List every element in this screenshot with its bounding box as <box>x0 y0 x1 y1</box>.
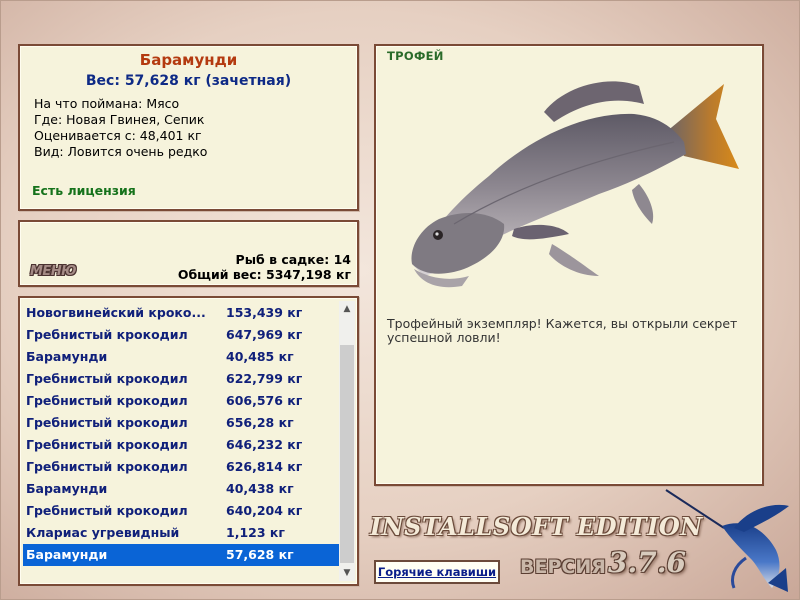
catch-item-weight: 656,28 кг <box>226 415 294 430</box>
catch-item-weight: 57,628 кг <box>226 547 294 562</box>
scroll-up-icon[interactable]: ▲ <box>339 301 355 317</box>
catch-item-weight: 1,123 кг <box>226 525 285 540</box>
catch-list-panel: Новогвинейский кроко... 153,439 кг Гребнис… <box>18 296 359 586</box>
catch-item-weight: 40,438 кг <box>226 481 294 496</box>
trophy-description: Трофейный экземпляр! Кажется, вы открыли… <box>387 316 738 345</box>
catch-item-name: Барамунди <box>26 349 108 364</box>
fish-weight: Вес: 57,628 кг (зачетная) <box>85 73 292 89</box>
trophy-label: ТРОФЕЙ <box>387 49 444 63</box>
version-number: 3.7.6 <box>608 546 686 579</box>
fish-count: Рыб в садке: 14 <box>235 252 351 267</box>
catch-item-name: Новогвинейский кроко... <box>26 305 206 320</box>
hotkeys-button[interactable]: Горячие клавиши <box>374 560 500 584</box>
catch-item-name: Гребнистый крокодил <box>26 371 188 386</box>
menu-panel: МЕНЮ Рыб в садке: 14 Общий вес: 5347,198… <box>18 220 359 287</box>
catch-list-item[interactable]: Гребнистый крокодил 640,204 кг <box>23 500 340 522</box>
scroll-thumb[interactable] <box>340 345 354 563</box>
catch-item-name: Гребнистый крокодил <box>26 437 188 452</box>
edition-title: INSTALLSOFT EDITION <box>370 512 703 541</box>
location: Где: Новая Гвинея, Сепик <box>34 112 205 127</box>
catch-item-name: Барамунди <box>26 481 108 496</box>
catch-item-weight: 622,799 кг <box>226 371 303 386</box>
catch-list-item[interactable]: Гребнистый крокодил 622,799 кг <box>23 368 340 390</box>
fish-info-panel: Барамунди Вес: 57,628 кг (зачетная) На ч… <box>18 44 359 211</box>
keepnet-stats: Рыб в садке: 14 Общий вес: 5347,198 кг <box>178 252 351 282</box>
catch-list: Новогвинейский кроко... 153,439 кг Гребнис… <box>23 302 340 566</box>
catch-item-weight: 606,576 кг <box>226 393 303 408</box>
catch-item-name: Гребнистый крокодил <box>26 459 188 474</box>
catch-list-item[interactable]: Гребнистый крокодил 647,969 кг <box>23 324 340 346</box>
list-scrollbar[interactable]: ▲ ▼ <box>339 301 355 581</box>
catch-item-weight: 40,485 кг <box>226 349 294 364</box>
catch-list-item[interactable]: Гребнистый крокодил 626,814 кг <box>23 456 340 478</box>
barramundi-fish-image <box>411 81 739 288</box>
rarity: Вид: Ловится очень редко <box>34 144 208 159</box>
scroll-down-icon[interactable]: ▼ <box>339 565 355 581</box>
catch-item-weight: 646,232 кг <box>226 437 303 452</box>
catch-list-item[interactable]: Гребнистый крокодил 646,232 кг <box>23 434 340 456</box>
catch-list-item[interactable]: Барамунди 57,628 кг <box>23 544 340 566</box>
menu-button[interactable]: МЕНЮ <box>30 264 76 279</box>
catch-list-item[interactable]: Барамунди 40,438 кг <box>23 478 340 500</box>
catch-item-weight: 626,814 кг <box>226 459 303 474</box>
fish-details: На что поймана: Мясо Где: Новая Гвинея, … <box>34 96 207 160</box>
valued-from: Оценивается с: 48,401 кг <box>34 128 202 143</box>
fish-name: Барамунди <box>139 51 238 69</box>
catch-item-weight: 647,969 кг <box>226 327 303 342</box>
license-status: Есть лицензия <box>32 183 136 198</box>
trophy-panel: ТРОФЕЙ Трофейный экземпляр! Кажется, вы … <box>374 44 764 486</box>
catch-list-item[interactable]: Новогвинейский кроко... 153,439 кг <box>23 302 340 324</box>
catch-item-name: Барамунди <box>26 547 108 562</box>
catch-item-name: Гребнистый крокодил <box>26 393 188 408</box>
catch-item-name: Гребнистый крокодил <box>26 503 188 518</box>
catch-item-name: Гребнистый крокодил <box>26 327 188 342</box>
catch-item-name: Клариас угревидный <box>26 525 180 540</box>
caught-with: На что поймана: Мясо <box>34 96 180 111</box>
catch-list-item[interactable]: Барамунди 40,485 кг <box>23 346 340 368</box>
version-label: ВЕРСИЯ <box>520 556 606 578</box>
catch-item-weight: 153,439 кг <box>226 305 303 320</box>
catch-item-weight: 640,204 кг <box>226 503 303 518</box>
total-weight: Общий вес: 5347,198 кг <box>177 267 351 282</box>
catch-list-item[interactable]: Клариас угревидный 1,123 кг <box>23 522 340 544</box>
catch-item-name: Гребнистый крокодил <box>26 415 188 430</box>
catch-list-item[interactable]: Гребнистый крокодил 606,576 кг <box>23 390 340 412</box>
catch-list-item[interactable]: Гребнистый крокодил 656,28 кг <box>23 412 340 434</box>
